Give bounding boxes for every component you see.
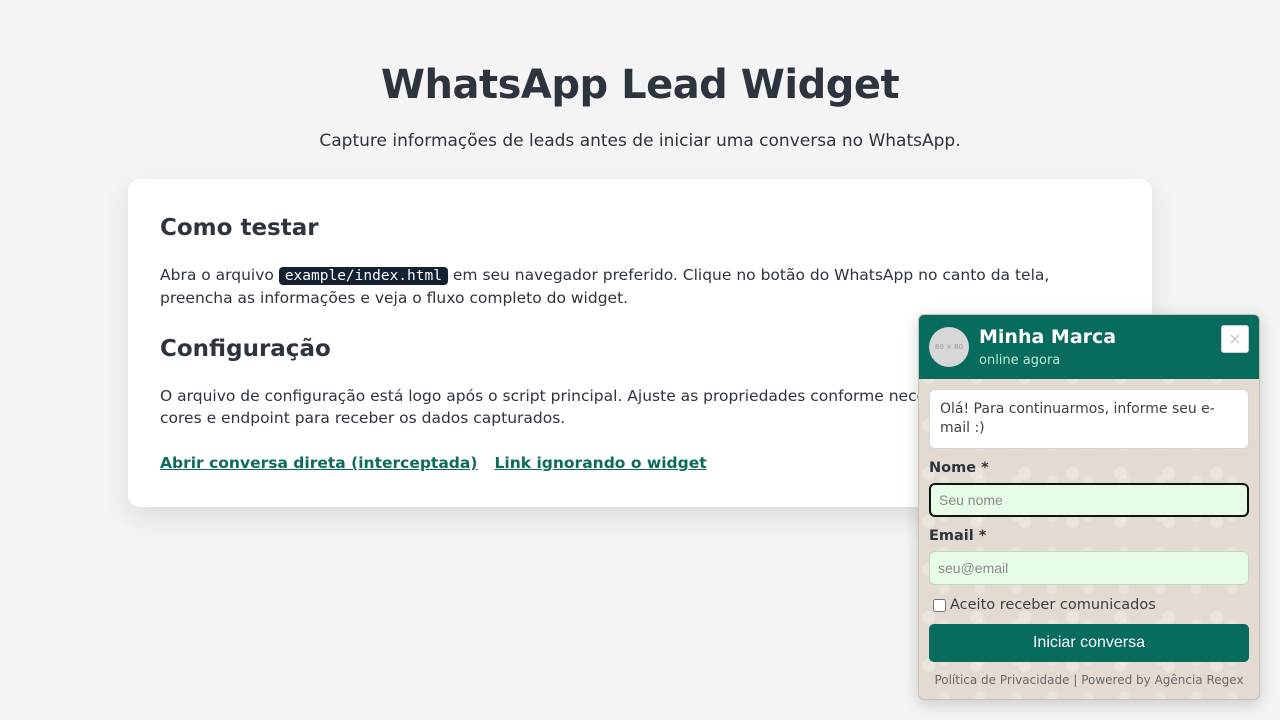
page-title: WhatsApp Lead Widget [380, 62, 900, 108]
consent-checkbox[interactable] [933, 598, 946, 612]
widget-status: online agora [979, 353, 1061, 368]
page-subtitle: Capture informações de leads antes de in… [319, 131, 961, 151]
widget-header: 80 × 80 Minha Marca online agora × [919, 315, 1259, 379]
name-input[interactable] [929, 483, 1249, 517]
direct-chat-link[interactable]: Abrir conversa direta (interceptada) [160, 454, 477, 472]
close-icon[interactable]: × [1221, 325, 1249, 353]
email-input[interactable] [929, 551, 1249, 585]
text-before-code: Abra o arquivo [160, 266, 279, 284]
avatar: 80 × 80 [929, 327, 969, 367]
welcome-message-bubble: Olá! Para continuarmos, informe seu e-ma… [929, 389, 1249, 449]
whatsapp-lead-widget: 80 × 80 Minha Marca online agora × Olá! … [918, 314, 1260, 700]
widget-brand-name: Minha Marca [979, 326, 1117, 348]
links-row: Abrir conversa direta (interceptada) Lin… [160, 453, 719, 472]
ignore-widget-link[interactable]: Link ignorando o widget [495, 454, 707, 472]
section-title-how-to-test: Como testar [160, 215, 319, 241]
code-filename: example/index.html [278, 267, 448, 285]
name-label: Nome * [929, 460, 989, 476]
widget-footer: Política de Privacidade | Powered by Agê… [934, 673, 1244, 687]
consent-label: Aceito receber comunicados [950, 597, 1156, 613]
email-label: Email * [929, 528, 987, 544]
start-conversation-button[interactable]: Iniciar conversa [929, 624, 1249, 662]
section-text-how-to-test: Abra o arquivo example/index.html em seu… [160, 264, 1120, 309]
consent-row[interactable]: Aceito receber comunicados [933, 597, 1156, 613]
section-title-configuration: Configuração [160, 336, 331, 362]
